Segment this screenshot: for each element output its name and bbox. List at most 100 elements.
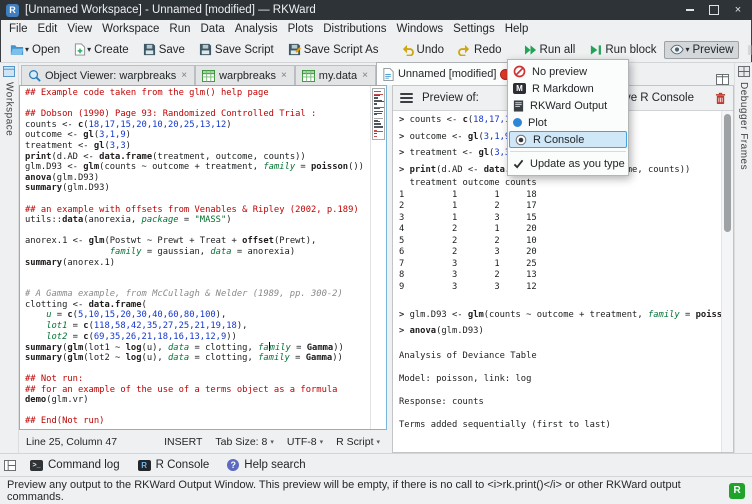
menu-separator (510, 151, 626, 152)
run-block-button[interactable]: Run block (583, 41, 662, 59)
preview-menu-rkward-output[interactable]: RKWard Output (508, 97, 628, 114)
menu-plots[interactable]: Plots (283, 22, 319, 36)
close-icon[interactable]: × (180, 70, 188, 81)
markdown-icon: M (513, 83, 526, 94)
maximize-button[interactable] (708, 4, 720, 16)
sidebar-workspace-button[interactable]: Workspace (0, 63, 19, 453)
close-icon[interactable]: × (280, 70, 288, 81)
tab-label: my.data (319, 70, 357, 82)
preview-menu-r-console[interactable]: R Console (509, 131, 627, 148)
preview-menu-update-as-you-type[interactable]: Update as you type (508, 155, 628, 172)
check-icon (513, 159, 524, 169)
code-line: summary(glm(lot1 ~ log(u), data = clotti… (25, 342, 370, 353)
help-search-button[interactable]: ?Help search (223, 458, 309, 472)
code-editor[interactable]: ## Example code taken from the glm() hel… (20, 86, 370, 429)
cd-to-script-directory-button[interactable]: CD to script directory (741, 41, 752, 59)
tool-views-icon[interactable] (4, 460, 16, 471)
minimize-button[interactable] (684, 4, 696, 16)
editor-frame: ## Example code taken from the glm() hel… (19, 85, 387, 430)
command-log-button[interactable]: >_Command log (26, 458, 124, 472)
editor-status-items: INSERT Tab Size: 8▾ UTF-8▾ R Script▾ (164, 436, 380, 448)
open-button[interactable]: ▾Open (4, 41, 66, 59)
r-console-button[interactable]: R R Console (134, 458, 214, 472)
console-line (399, 293, 722, 305)
menu-run[interactable]: Run (164, 22, 195, 36)
menu-distributions[interactable]: Distributions (318, 22, 391, 36)
create-label: Create (94, 44, 129, 56)
console-line: 6 2 3 20 (399, 247, 722, 259)
save-script-button[interactable]: Save Script (193, 40, 280, 59)
debugger-icon (738, 66, 750, 77)
run-all-button[interactable]: Run all (518, 41, 582, 59)
menu-analysis[interactable]: Analysis (230, 22, 283, 36)
help-search-label: Help search (244, 459, 305, 471)
menu-windows[interactable]: Windows (391, 22, 448, 36)
status-utf-8[interactable]: UTF-8▾ (287, 436, 323, 448)
r-console-label: R Console (156, 459, 210, 471)
trash-icon[interactable] (715, 92, 726, 105)
sidebar-debugger-frames-label: Debugger Frames (738, 82, 749, 170)
menu-edit[interactable]: Edit (33, 22, 63, 36)
preview-menu-no-preview[interactable]: No preview (508, 63, 628, 80)
run-all-icon (524, 44, 537, 56)
statusbar: Preview any output to the RKWard Output … (0, 476, 752, 504)
save-button[interactable]: Save (137, 40, 191, 59)
console-line: 9 3 3 12 (399, 282, 722, 294)
status-r-script[interactable]: R Script▾ (336, 436, 380, 448)
object-viewer-icon (28, 69, 41, 82)
code-line: print(d.AD <- data.frame(treatment, outc… (25, 152, 370, 163)
undo-button[interactable]: Undo (395, 41, 451, 59)
tab-label: warpbreaks (219, 70, 276, 82)
status-tab-size-8[interactable]: Tab Size: 8▾ (215, 436, 273, 448)
redo-button[interactable]: Redo (452, 41, 508, 59)
folder-open-icon (10, 44, 24, 56)
tab-label: Object Viewer: warpbreaks (45, 70, 176, 82)
hamburger-icon[interactable] (400, 93, 413, 103)
r-engine-status-indicator[interactable]: R (729, 483, 745, 499)
r-console-icon: R (138, 460, 151, 471)
menu-help[interactable]: Help (500, 22, 534, 36)
save-script-as-button[interactable]: Save Script As (282, 40, 385, 59)
menu-file[interactable]: File (4, 22, 33, 36)
tab-object-viewer-warpbreaks[interactable]: Object Viewer: warpbreaks × (21, 65, 195, 85)
close-icon[interactable]: × (361, 70, 369, 81)
script-icon (383, 68, 394, 81)
preview-scrollbar[interactable] (721, 111, 733, 452)
menu-workspace[interactable]: Workspace (97, 22, 164, 36)
sidebar-workspace-label: Workspace (4, 82, 15, 136)
status-insert[interactable]: INSERT (164, 436, 202, 448)
close-button[interactable]: × (732, 4, 744, 16)
scrollbar-thumb[interactable] (724, 114, 731, 232)
menu-item-label: No preview (532, 66, 587, 78)
sidebar-debugger-frames-button[interactable]: Debugger Frames (734, 63, 752, 453)
console-line: > glm.D93 <- glm(counts ~ outcome + trea… (399, 310, 722, 322)
editor-minimap[interactable] (370, 86, 386, 429)
code-line: summary(anorex.1) (25, 258, 370, 269)
code-line (25, 99, 370, 110)
menu-view[interactable]: View (62, 22, 97, 36)
tab-unnamed-modified[interactable]: Unnamed [modified] (376, 62, 518, 85)
menu-data[interactable]: Data (196, 22, 230, 36)
console-line: 8 3 2 13 (399, 270, 722, 282)
dropdown-caret-icon: ▾ (685, 45, 689, 54)
code-line: ## an example with offsets from Venables… (25, 205, 370, 216)
tab-warpbreaks[interactable]: warpbreaks × (195, 65, 295, 85)
tab-label: Unnamed [modified] (398, 68, 496, 80)
code-line: demo(glm.vr) (25, 395, 370, 406)
code-line: family = gaussian, data = anorexia) (25, 247, 370, 258)
console-line (399, 340, 722, 352)
console-line: 7 3 1 25 (399, 259, 722, 271)
preview-menu-r-markdown[interactable]: M R Markdown (508, 80, 628, 97)
window-controls: × (684, 4, 746, 16)
code-line: treatment <- gl(3,3) (25, 141, 370, 152)
tab-my-data[interactable]: my.data × (295, 65, 376, 85)
create-button[interactable]: ▾Create (68, 40, 135, 59)
rkward-window: { "titlebar": { "title": "[Unnamed Works… (0, 0, 752, 501)
menu-item-label: R Markdown (532, 83, 594, 95)
preview-button[interactable]: ▾Preview (664, 41, 739, 59)
split-view-icon[interactable] (716, 74, 729, 85)
code-line: outcome <- gl(3,1,9) (25, 130, 370, 141)
code-line: summary(glm(lot2 ~ log(u), data = clotti… (25, 353, 370, 364)
preview-menu-plot[interactable]: Plot (508, 114, 628, 131)
menu-settings[interactable]: Settings (448, 22, 500, 36)
